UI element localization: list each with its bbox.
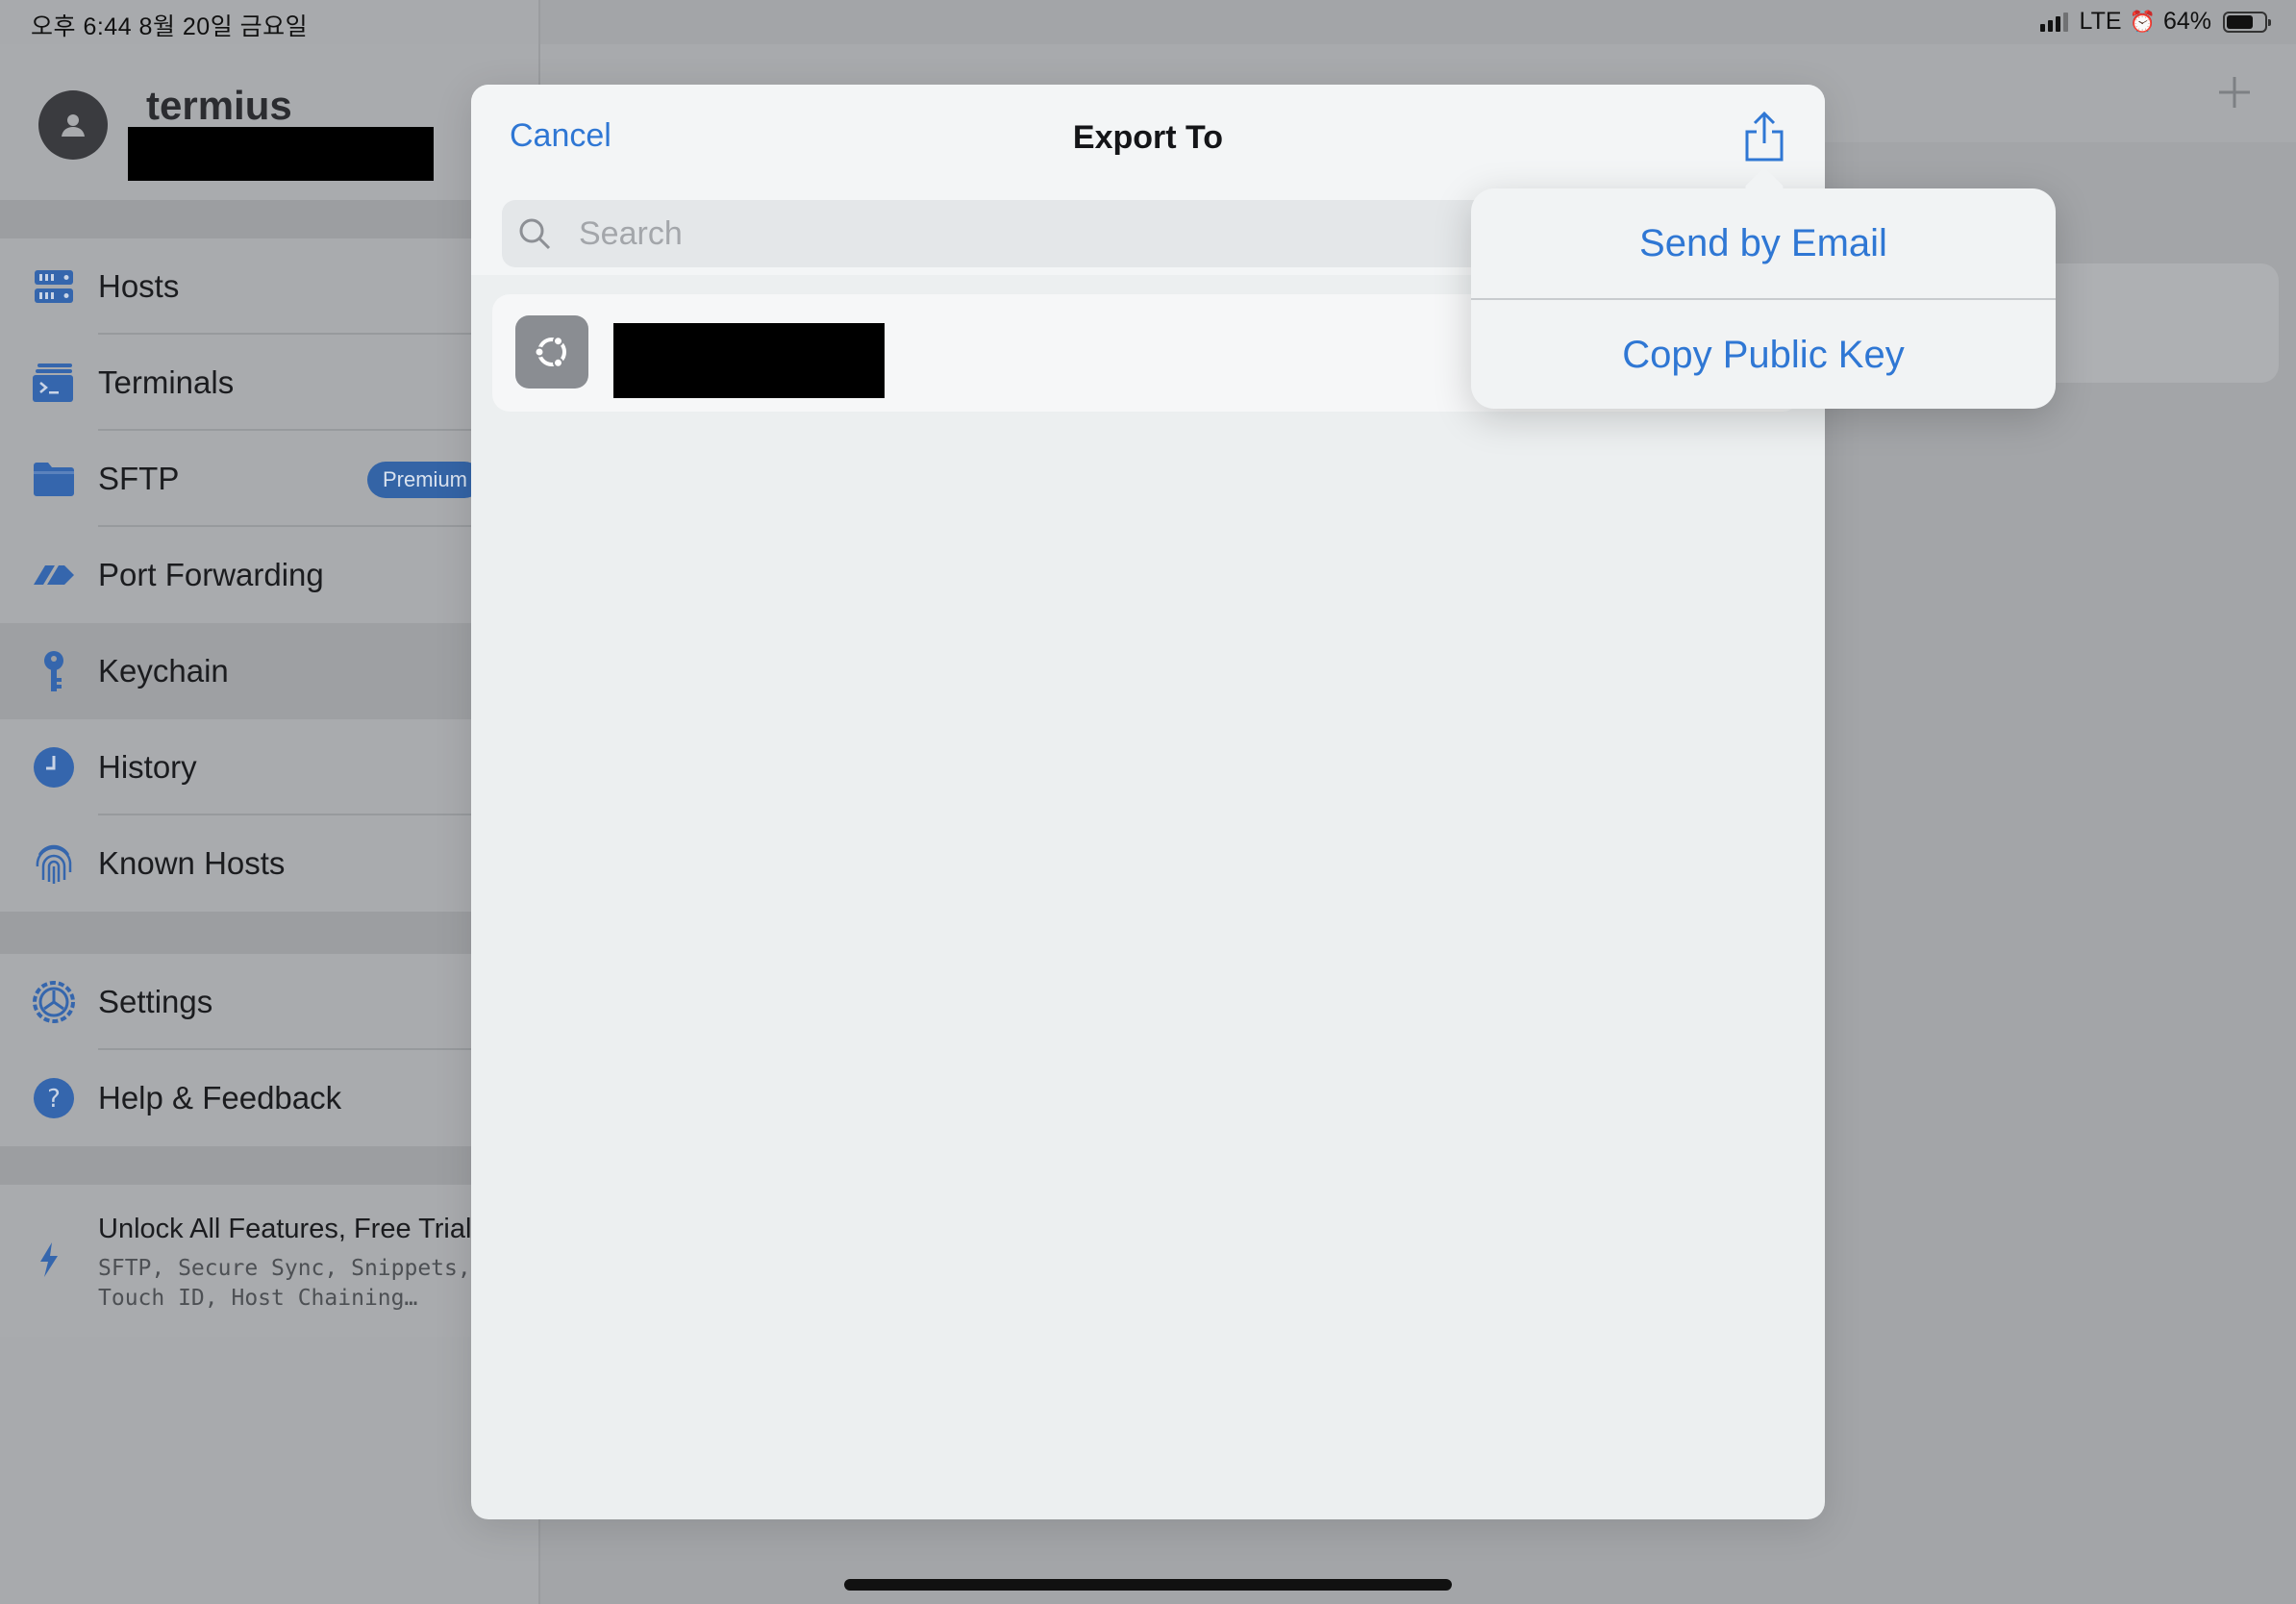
sidebar-item-sftp[interactable]: SFTP Premium [0,431,538,527]
clock-icon [31,744,77,790]
home-indicator[interactable] [844,1579,1452,1591]
promo-title: Unlock All Features, Free Trial [98,1214,472,1244]
sidebar-item-label: Port Forwarding [98,557,324,592]
sidebar-item-label: Help & Feedback [98,1080,342,1115]
bolt-icon [37,1241,62,1284]
sidebar-item-known-hosts[interactable]: Known Hosts [0,815,538,912]
divider [0,200,538,238]
avatar[interactable] [38,90,108,160]
sidebar-item-label: Settings [98,984,213,1019]
sidebar-item-help[interactable]: ? Help & Feedback [0,1050,538,1146]
status-time: 오후 6:44 8월 20일 금요일 [31,13,309,40]
sidebar-item-settings[interactable]: Settings [0,954,538,1050]
add-icon[interactable] [2215,73,2254,112]
sidebar-item-hosts[interactable]: Hosts [0,238,538,335]
sidebar-item-label: SFTP [98,461,180,496]
port-forward-icon [31,552,77,598]
user-icon [62,114,85,137]
fingerprint-icon [31,840,77,887]
gear-icon [31,979,77,1025]
svg-text:?: ? [47,1085,61,1114]
share-icon [1745,111,1784,161]
redacted-account [128,127,434,181]
folder-icon [31,456,77,502]
sidebar: termius Hosts Terminals SFTP Premium Por… [0,0,538,1604]
sidebar-item-label: History [98,749,197,785]
divider [0,912,538,954]
battery-percent: 64% [2162,8,2211,35]
battery-icon [2223,11,2271,33]
sidebar-item-label: Keychain [98,653,229,689]
hosts-icon [31,263,77,310]
premium-badge: Premium [367,462,484,498]
share-button[interactable] [1740,110,1788,165]
status-indicators: LTE ⏰ 64% [2039,8,2271,36]
brand-name: termius [146,83,292,128]
sidebar-item-label: Terminals [98,364,235,400]
key-icon [31,648,77,694]
sidebar-item-terminals[interactable]: Terminals [0,335,538,431]
sidebar-item-label: Hosts [98,268,180,304]
network-label: LTE [2079,8,2122,35]
redacted-key-name [613,323,885,398]
sidebar-item-keychain[interactable]: Keychain [0,623,538,719]
main-menu: Hosts Terminals SFTP Premium Port Forwar… [0,238,538,912]
promo-subtitle: SFTP, Secure Sync, Snippets, Touch ID, H… [98,1256,471,1311]
terminal-icon [31,360,77,406]
secondary-menu: Settings ? Help & Feedback [0,954,538,1146]
alarm-icon: ⏰ [2129,9,2156,34]
signal-icon [2039,12,2068,32]
status-bar: 오후 6:44 8월 20일 금요일 LTE ⏰ 64% [0,0,2296,44]
ubuntu-icon [515,315,588,388]
sidebar-item-label: Known Hosts [98,845,286,881]
divider [0,1146,538,1185]
sheet-title: Export To [1072,119,1224,156]
promo-banner[interactable]: Unlock All Features, Free Trial SFTP, Se… [0,1185,538,1337]
send-by-email-button[interactable]: Send by Email [1471,188,2056,298]
sidebar-item-history[interactable]: History [0,719,538,815]
help-icon: ? [31,1075,77,1121]
export-popover: Send by Email Copy Public Key [1471,188,2056,409]
search-icon [519,218,551,250]
sidebar-item-port-forwarding[interactable]: Port Forwarding [0,527,538,623]
copy-public-key-button[interactable]: Copy Public Key [1471,300,2056,410]
